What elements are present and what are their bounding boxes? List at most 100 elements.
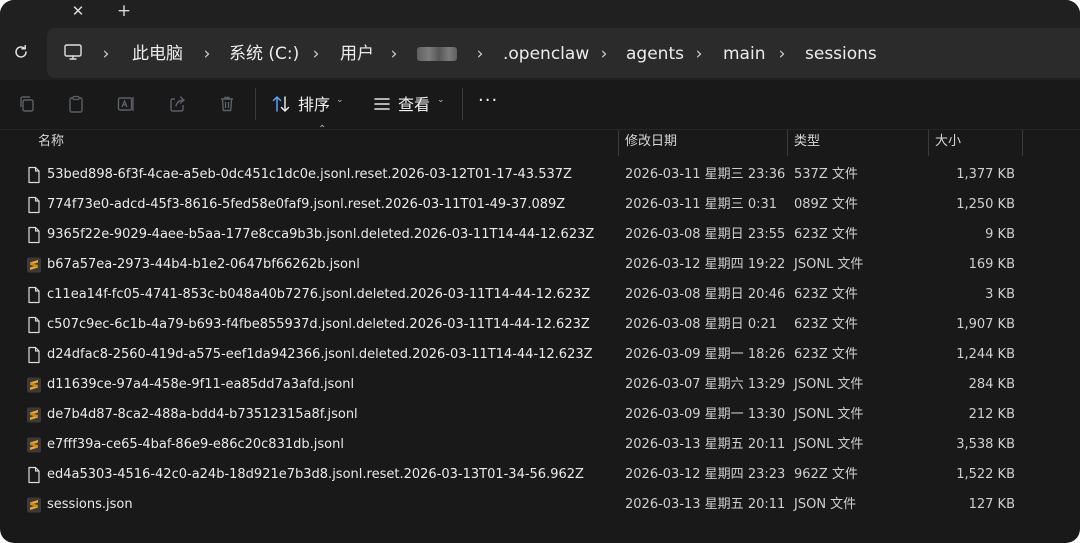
sublime-file-icon	[26, 376, 42, 394]
file-size: 284 KB	[968, 377, 1015, 392]
file-row[interactable]: 9365f22e-9029-4aee-b5aa-177e8cca9b3b.jso…	[0, 220, 1080, 250]
more-options-icon[interactable]: ···	[478, 92, 500, 114]
file-name: b67a57ea-2973-44b4-b1e2-0647bf66262b.jso…	[47, 257, 360, 272]
file-type: JSONL 文件	[794, 257, 864, 272]
breadcrumb-this-pc[interactable]: 此电脑	[132, 42, 183, 66]
file-type: 623Z 文件	[794, 347, 858, 362]
file-type: JSONL 文件	[794, 437, 864, 452]
file-row[interactable]: e7fff39a-ce65-4baf-86e9-e86c20c831db.jso…	[0, 430, 1080, 460]
view-icon[interactable]	[372, 94, 392, 114]
file-name: 774f73e0-adcd-45f3-8616-5fed58e0faf9.jso…	[47, 197, 566, 212]
file-name: c11ea14f-fc05-4741-853c-b048a40b7276.jso…	[47, 287, 591, 302]
toolbar-divider	[462, 88, 463, 120]
breadcrumb[interactable]: › 此电脑 › 系统 (C:) › 用户 › › .openclaw › age…	[47, 28, 1080, 78]
new-tab-button[interactable]: +	[114, 0, 134, 21]
this-pc-icon[interactable]	[63, 43, 83, 61]
file-icon	[26, 346, 42, 364]
column-header-name[interactable]: 名称	[31, 130, 64, 156]
column-header-row: ⌃ 名称 修改日期 类型 大小	[0, 124, 1080, 156]
file-size: 3 KB	[985, 287, 1015, 302]
file-row[interactable]: de7b4d87-8ca2-488a-bdd4-b73512315a8f.jso…	[0, 400, 1080, 430]
file-icon	[26, 286, 42, 304]
file-row[interactable]: 53bed898-6f3f-4cae-a5eb-0dc451c1dc0e.jso…	[0, 160, 1080, 190]
breadcrumb-separator-icon: ›	[695, 44, 703, 64]
file-row[interactable]: sessions.json 2026-03-13 星期五 20:11 JSON 文件…	[0, 490, 1080, 520]
copy-icon[interactable]	[17, 94, 37, 114]
file-name: 9365f22e-9029-4aee-b5aa-177e8cca9b3b.jso…	[47, 227, 595, 242]
share-icon[interactable]	[167, 94, 187, 114]
file-modified-date: 2026-03-11 星期三 23:36	[625, 167, 786, 182]
file-row[interactable]: d11639ce-97a4-458e-9f11-ea85dd7a3afd.jso…	[0, 370, 1080, 400]
file-name: e7fff39a-ce65-4baf-86e9-e86c20c831db.jso…	[47, 437, 344, 452]
file-row[interactable]: d24dfac8-2560-419d-a575-eef1da942366.jso…	[0, 340, 1080, 370]
file-size: 1,244 KB	[956, 347, 1015, 362]
file-row[interactable]: 774f73e0-adcd-45f3-8616-5fed58e0faf9.jso…	[0, 190, 1080, 220]
address-bar-row: › 此电脑 › 系统 (C:) › 用户 › › .openclaw › age…	[0, 28, 1080, 80]
breadcrumb-system-drive[interactable]: 系统 (C:)	[229, 42, 299, 66]
close-tab-button[interactable]: ✕	[68, 1, 88, 21]
file-modified-date: 2026-03-08 星期日 0:21	[625, 317, 778, 332]
file-row[interactable]: ed4a5303-4516-42c0-a24b-18d921e7b3d8.jso…	[0, 460, 1080, 490]
file-modified-date: 2026-03-09 星期一 18:26	[625, 347, 786, 362]
rename-icon[interactable]	[116, 94, 136, 114]
file-row[interactable]: b67a57ea-2973-44b4-b1e2-0647bf66262b.jso…	[0, 250, 1080, 280]
file-row[interactable]: c11ea14f-fc05-4741-853c-b048a40b7276.jso…	[0, 280, 1080, 310]
breadcrumb-username-redacted[interactable]	[417, 47, 457, 61]
refresh-icon[interactable]	[12, 43, 30, 61]
column-header-modified[interactable]: 修改日期	[618, 130, 677, 156]
breadcrumb-separator-icon: ›	[390, 44, 398, 64]
breadcrumb-separator-icon: ›	[102, 44, 110, 64]
sort-button[interactable]: 排序	[298, 95, 330, 115]
file-type: 623Z 文件	[794, 287, 858, 302]
sort-chevron-down-icon[interactable]: ⌄	[336, 95, 344, 105]
view-chevron-down-icon[interactable]: ⌄	[437, 95, 445, 105]
file-size: 212 KB	[968, 407, 1015, 422]
file-icon	[26, 316, 42, 334]
file-size: 1,522 KB	[956, 467, 1015, 482]
file-modified-date: 2026-03-07 星期六 13:29	[625, 377, 786, 392]
breadcrumb-sessions[interactable]: sessions	[805, 42, 877, 66]
file-name: c507c9ec-6c1b-4a79-b693-f4fbe855937d.jso…	[47, 317, 590, 332]
file-name: 53bed898-6f3f-4cae-a5eb-0dc451c1dc0e.jso…	[47, 167, 572, 182]
breadcrumb-separator-icon: ›	[312, 44, 320, 64]
file-type: 623Z 文件	[794, 317, 858, 332]
breadcrumb-separator-icon: ›	[203, 44, 211, 64]
breadcrumb-openclaw[interactable]: .openclaw	[503, 42, 589, 66]
command-bar: 排序 ⌄ 查看 ⌄ ···	[0, 80, 1080, 130]
file-size: 1,907 KB	[956, 317, 1015, 332]
toolbar-divider	[255, 88, 256, 120]
file-modified-date: 2026-03-13 星期五 20:11	[625, 497, 786, 512]
file-name: d24dfac8-2560-419d-a575-eef1da942366.jso…	[47, 347, 593, 362]
file-modified-date: 2026-03-08 星期日 20:46	[625, 287, 786, 302]
file-type: 537Z 文件	[794, 167, 858, 182]
sort-icon[interactable]	[271, 94, 291, 114]
breadcrumb-agents[interactable]: agents	[626, 42, 684, 66]
tab-strip: ✕ +	[0, 0, 1080, 28]
paste-icon[interactable]	[66, 94, 86, 114]
column-divider[interactable]	[1022, 130, 1023, 156]
breadcrumb-users[interactable]: 用户	[340, 42, 374, 66]
sublime-file-icon	[26, 406, 42, 424]
file-name: de7b4d87-8ca2-488a-bdd4-b73512315a8f.jso…	[47, 407, 358, 422]
file-name: d11639ce-97a4-458e-9f11-ea85dd7a3afd.jso…	[47, 377, 355, 392]
sublime-file-icon	[26, 256, 42, 274]
file-type: JSONL 文件	[794, 407, 864, 422]
file-icon	[26, 466, 42, 484]
file-icon	[26, 166, 42, 184]
view-button[interactable]: 查看	[398, 95, 430, 115]
file-modified-date: 2026-03-12 星期四 19:22	[625, 257, 786, 272]
column-header-size[interactable]: 大小	[928, 130, 961, 156]
file-type: 623Z 文件	[794, 227, 858, 242]
column-header-type[interactable]: 类型	[787, 130, 820, 156]
breadcrumb-main[interactable]: main	[723, 42, 765, 66]
file-size: 127 KB	[968, 497, 1015, 512]
file-type: 089Z 文件	[794, 197, 858, 212]
file-size: 3,538 KB	[956, 437, 1015, 452]
sublime-file-icon	[26, 496, 42, 514]
file-icon	[26, 226, 42, 244]
delete-icon[interactable]	[217, 94, 237, 114]
file-modified-date: 2026-03-12 星期四 23:23	[625, 467, 786, 482]
file-type: JSONL 文件	[794, 377, 864, 392]
file-row[interactable]: c507c9ec-6c1b-4a79-b693-f4fbe855937d.jso…	[0, 310, 1080, 340]
file-size: 1,377 KB	[956, 167, 1015, 182]
